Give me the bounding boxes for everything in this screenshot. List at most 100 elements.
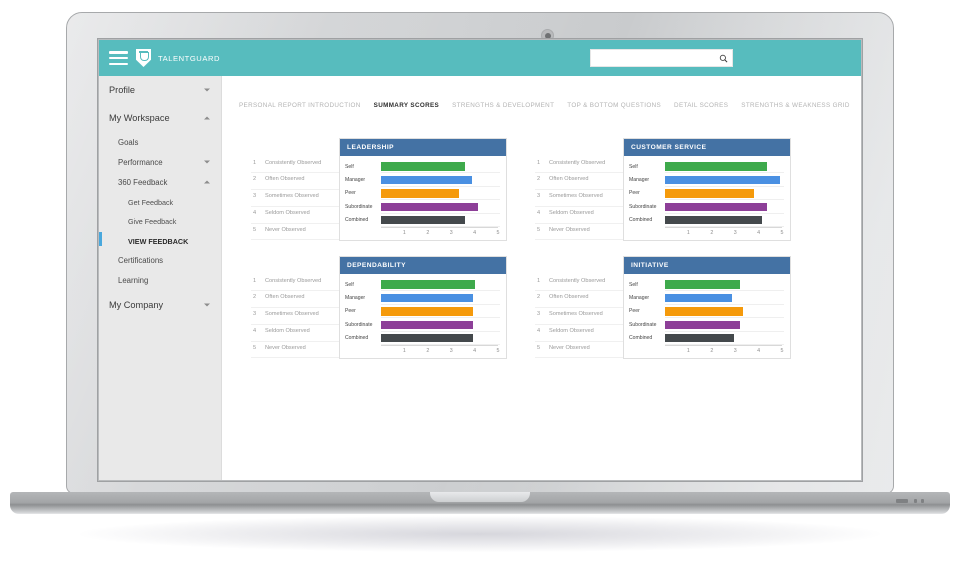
- bar-track: [381, 202, 498, 211]
- legend-label: Never Observed: [549, 345, 590, 352]
- chart-bar-row: Combined: [345, 332, 500, 345]
- chart-bar-row: Self: [629, 160, 784, 174]
- brand-name: TALENTGUARD: [158, 54, 221, 63]
- legend-label: Seldom Observed: [549, 328, 594, 335]
- sidebar-item-label: Learning: [118, 276, 149, 286]
- chart-panel: CUSTOMER SERVICE Self Manager Peer Subordina…: [623, 138, 791, 241]
- chart-cell: 1 Consistently Observed 2 Often Observed 3 So…: [251, 138, 551, 256]
- bar-category-label: Self: [345, 163, 354, 170]
- bar-category-label: Manager: [629, 176, 650, 183]
- legend-label: Consistently Observed: [265, 159, 322, 166]
- bar-category-label: Subordinate: [345, 203, 373, 210]
- bar-track: [665, 162, 782, 171]
- bar-manager: [665, 175, 780, 185]
- bar-category-label: Manager: [345, 294, 366, 301]
- sidebar-item-label: 360 Feedback: [118, 177, 168, 187]
- tab-top-bottom-questions[interactable]: TOP & BOTTOM QUESTIONS: [567, 102, 661, 109]
- sidebar-item-label: Performance: [118, 157, 163, 167]
- sidebar-item-my-workspace[interactable]: My Workspace: [99, 104, 221, 132]
- legend-item: 5 Never Observed: [251, 224, 343, 241]
- x-axis-tick: 1: [686, 347, 690, 354]
- legend-label: Consistently Observed: [549, 277, 606, 284]
- bar-category-label: Subordinate: [629, 321, 657, 328]
- bar-self: [381, 280, 475, 289]
- sidebar-item-label: Certifications: [118, 256, 164, 266]
- chart-bar-row: Peer: [629, 187, 784, 201]
- chart-row: 1 Consistently Observed 2 Often Observed 3 So…: [223, 256, 861, 374]
- legend-number: 5: [253, 345, 257, 352]
- bar-track: [381, 307, 498, 316]
- report-tabbar[interactable]: PERSONAL REPORT INTRODUCTION SUMMARY SCOR…: [223, 102, 861, 118]
- chart-title: CUSTOMER SERVICE: [624, 139, 790, 156]
- chart-bar-row: Peer: [345, 187, 500, 201]
- sidebar-item-goals[interactable]: Goals: [99, 132, 221, 152]
- tab-summary-scores[interactable]: SUMMARY SCORES: [374, 102, 439, 109]
- legend-number: 2: [537, 294, 541, 301]
- chevron-down-icon[interactable]: [204, 303, 210, 307]
- screenshot-stage: TALENTGUARD Profile My Workspace Goals Perf…: [0, 0, 960, 581]
- legend-item: 3 Sometimes Observed: [251, 308, 343, 325]
- tab-strengths-weakness-grid[interactable]: STRENGTHS & WEAKNESS GRID: [741, 102, 849, 109]
- bar-track: [381, 189, 498, 198]
- bar-subordinate: [381, 320, 474, 329]
- x-axis-tick: 5: [496, 229, 500, 236]
- legend-number: 1: [537, 159, 541, 166]
- chart-title: LEADERSHIP: [340, 139, 506, 156]
- chart-bar-row: Self: [345, 160, 500, 174]
- legend-number: 3: [253, 311, 257, 318]
- legend-number: 2: [253, 176, 257, 183]
- hamburger-icon[interactable]: [109, 51, 128, 66]
- sidebar-item-learning[interactable]: Learning: [99, 271, 221, 291]
- bar-peer: [381, 307, 474, 316]
- chevron-up-icon[interactable]: [204, 116, 210, 120]
- x-axis-tick: 5: [496, 347, 500, 354]
- bar-peer: [665, 189, 754, 198]
- chevron-down-icon[interactable]: [204, 88, 210, 92]
- legend-item: 4 Seldom Observed: [535, 325, 627, 342]
- sidebar-item-my-company[interactable]: My Company: [99, 291, 221, 319]
- bar-track: [381, 175, 498, 185]
- chart-title: DEPENDABILITY: [340, 257, 506, 274]
- bar-category-label: Peer: [345, 308, 356, 315]
- search-icon[interactable]: [714, 50, 732, 66]
- tab-detail-scores[interactable]: DETAIL SCORES: [674, 102, 728, 109]
- bar-category-label: Manager: [345, 176, 366, 183]
- sidebar-item-view-feedback[interactable]: VIEW FEEDBACK: [99, 231, 221, 250]
- talentguard-shield-icon[interactable]: [136, 49, 151, 67]
- sidebar-item-profile[interactable]: Profile: [99, 76, 221, 104]
- search-box[interactable]: [590, 49, 733, 67]
- legend-item: 3 Sometimes Observed: [251, 190, 343, 207]
- sidebar-item-certifications[interactable]: Certifications: [99, 251, 221, 271]
- bar-category-label: Self: [629, 163, 638, 170]
- sidebar-item-give-feedback[interactable]: Give Feedback: [99, 212, 221, 231]
- tab-personal-report-introduction[interactable]: PERSONAL REPORT INTRODUCTION: [239, 102, 361, 109]
- laptop-base-notch: [430, 492, 530, 502]
- legend-item: 1 Consistently Observed: [251, 274, 343, 291]
- legend-item: 2 Often Observed: [251, 291, 343, 308]
- chevron-down-icon[interactable]: [204, 160, 210, 164]
- legend-item: 2 Often Observed: [251, 173, 343, 190]
- chart-plot-area: Self Manager Peer Subordinate Combined 1 2 3 4 5: [340, 156, 506, 240]
- chevron-up-icon[interactable]: [204, 180, 210, 184]
- legend-number: 4: [537, 328, 541, 335]
- chart-cell: 1 Consistently Observed 2 Often Observed 3 So…: [535, 256, 835, 374]
- sidebar-item-get-feedback[interactable]: Get Feedback: [99, 193, 221, 212]
- sidebar-nav[interactable]: Profile My Workspace Goals Performance 360 F…: [99, 76, 222, 480]
- sidebar-item-label: Give Feedback: [128, 217, 177, 227]
- legend-label: Often Observed: [549, 176, 589, 183]
- chart-bar-row: Peer: [345, 305, 500, 319]
- bar-subordinate: [665, 202, 767, 211]
- sidebar-item-performance[interactable]: Performance: [99, 152, 221, 172]
- x-axis-tick: 4: [473, 229, 477, 236]
- bar-track: [381, 162, 498, 171]
- chart-bar-row: Self: [629, 278, 784, 292]
- sidebar-item-label: Profile: [109, 85, 136, 95]
- chart-plot-area: Self Manager Peer Subordinate Combined 1 2 3 4 5: [624, 156, 790, 240]
- tab-strengths-development[interactable]: STRENGTHS & DEVELOPMENT: [452, 102, 554, 109]
- search-input[interactable]: [591, 50, 714, 66]
- chart-x-axis: 1 2 3 4 5: [665, 226, 783, 240]
- legend-item: 5 Never Observed: [251, 342, 343, 359]
- sidebar-item-360-feedback[interactable]: 360 Feedback: [99, 172, 221, 192]
- bar-manager: [381, 175, 473, 185]
- chart-bar-row: Peer: [629, 305, 784, 319]
